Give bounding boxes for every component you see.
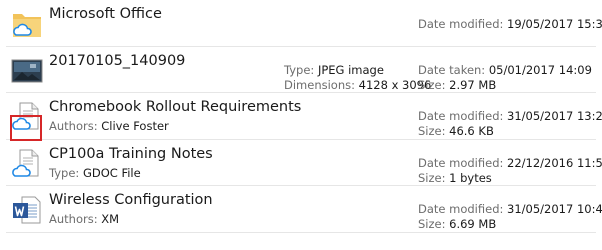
file-name: Wireless Configuration bbox=[49, 192, 213, 208]
folder-cloud-icon bbox=[11, 8, 43, 40]
file-type: Type: JPEG image bbox=[284, 63, 384, 77]
date-modified: Date modified: 19/05/2017 15:35 bbox=[418, 17, 602, 31]
document-cloud-icon bbox=[11, 148, 43, 180]
image-dimensions: Dimensions: 4128 x 3096 bbox=[284, 78, 432, 92]
highlight-box bbox=[10, 115, 42, 141]
list-item[interactable]: 20170105_140909 Type: JPEG image Dimensi… bbox=[6, 47, 596, 93]
file-name: Microsoft Office bbox=[49, 6, 162, 22]
file-type: Type: GDOC File bbox=[49, 166, 141, 180]
file-size: Size: 6.69 MB bbox=[418, 217, 497, 231]
file-name: Chromebook Rollout Requirements bbox=[49, 99, 302, 115]
file-name: CP100a Training Notes bbox=[49, 146, 213, 162]
image-thumbnail-icon bbox=[11, 55, 43, 87]
date-modified: Date modified: 22/12/2016 11:56 bbox=[418, 156, 602, 170]
file-authors: Authors: XM bbox=[49, 212, 120, 226]
list-item[interactable]: Wireless Configuration Authors: XM Date … bbox=[6, 186, 602, 233]
file-list: Microsoft Office Date modified: 19/05/20… bbox=[0, 0, 602, 250]
date-taken: Date taken: 05/01/2017 14:09 bbox=[418, 63, 592, 77]
file-authors: Authors: Clive Foster bbox=[49, 119, 169, 133]
date-modified: Date modified: 31/05/2017 10:41 bbox=[418, 202, 602, 216]
file-size: Size: 46.6 KB bbox=[418, 124, 494, 138]
date-modified: Date modified: 31/05/2017 13:28 bbox=[418, 109, 602, 123]
file-size: Size: 1 bytes bbox=[418, 171, 492, 185]
list-item[interactable]: CP100a Training Notes Type: GDOC File Da… bbox=[6, 140, 602, 186]
word-document-icon bbox=[11, 194, 43, 226]
file-name: 20170105_140909 bbox=[49, 53, 186, 69]
list-item[interactable]: Microsoft Office Date modified: 19/05/20… bbox=[6, 0, 602, 47]
file-size: Size: 2.97 MB bbox=[418, 78, 497, 92]
list-item[interactable]: Chromebook Rollout Requirements Authors:… bbox=[6, 93, 602, 141]
